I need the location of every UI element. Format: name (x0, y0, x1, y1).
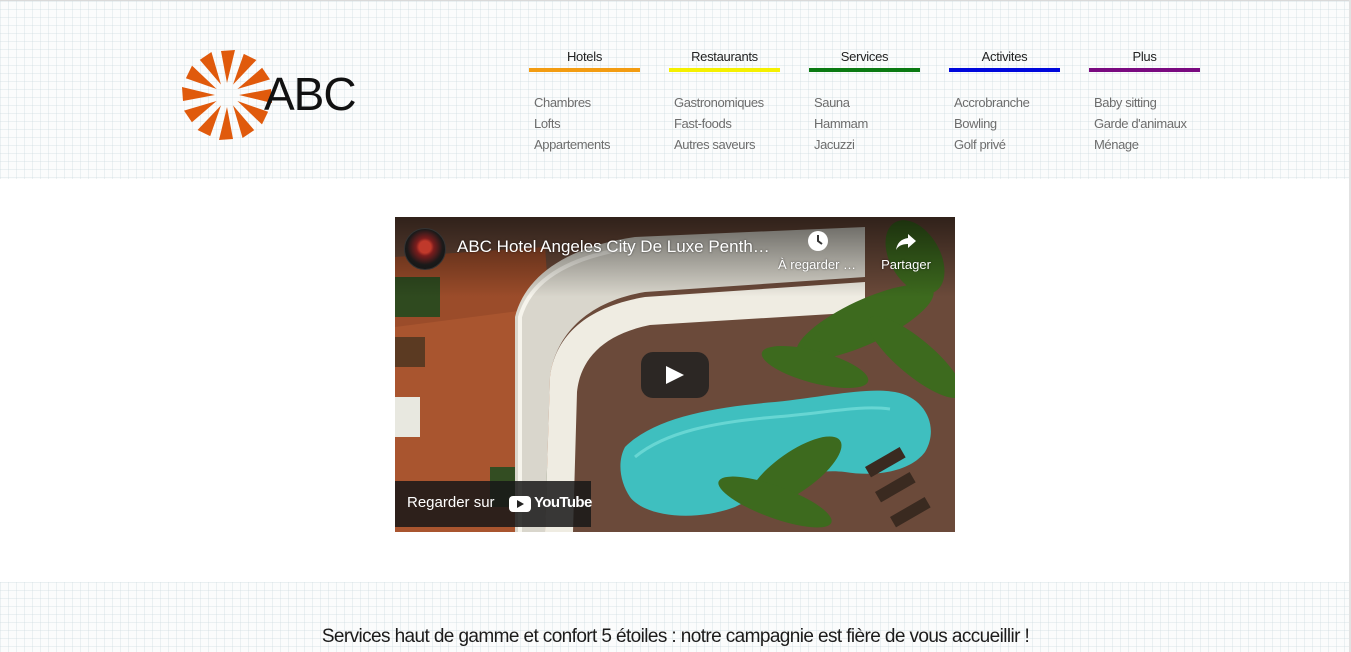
watch-later-label: À regarder plus tard (778, 257, 858, 272)
play-button[interactable] (641, 352, 709, 398)
nav-title-plus[interactable]: Plus (1089, 48, 1200, 66)
watch-later-button[interactable]: À regarder plus tard (778, 229, 858, 272)
nav-column-services: Services Sauna Hammam Jacuzzi (809, 48, 920, 155)
nav-title-hotels[interactable]: Hotels (529, 48, 640, 66)
channel-avatar[interactable] (404, 228, 446, 270)
share-button[interactable]: Partager (866, 229, 946, 272)
logo-text: ABC (264, 68, 357, 120)
nav-bar-restaurants (669, 68, 780, 72)
nav-item-sauna[interactable]: Sauna (809, 92, 920, 113)
nav-item-garde-animaux[interactable]: Garde d'animaux (1089, 113, 1200, 134)
nav-item-chambres[interactable]: Chambres (529, 92, 640, 113)
site-logo[interactable]: ABC (180, 48, 357, 143)
nav-column-plus: Plus Baby sitting Garde d'animaux Ménage (1089, 48, 1200, 155)
nav-item-bowling[interactable]: Bowling (949, 113, 1060, 134)
nav-title-services[interactable]: Services (809, 48, 920, 66)
youtube-logo: YouTube (509, 494, 592, 514)
video-title[interactable]: ABC Hotel Angeles City De Luxe Penthouse… (457, 237, 777, 257)
tagline: Services haut de gamme et confort 5 étoi… (321, 626, 1030, 647)
nav-item-appartements[interactable]: Appartements (529, 134, 640, 155)
nav-item-menage[interactable]: Ménage (1089, 134, 1200, 155)
video-player[interactable]: ABC Hotel Angeles City De Luxe Penthouse… (395, 217, 955, 532)
nav-item-accrobranche[interactable]: Accrobranche (949, 92, 1060, 113)
nav-bar-services (809, 68, 920, 72)
nav-item-fast-foods[interactable]: Fast-foods (669, 113, 780, 134)
nav-item-baby-sitting[interactable]: Baby sitting (1089, 92, 1200, 113)
nav-title-restaurants[interactable]: Restaurants (669, 48, 780, 66)
nav-bar-activites (949, 68, 1060, 72)
nav-column-restaurants: Restaurants Gastronomiques Fast-foods Au… (669, 48, 780, 155)
nav-item-gastronomiques[interactable]: Gastronomiques (669, 92, 780, 113)
nav-item-lofts[interactable]: Lofts (529, 113, 640, 134)
sunburst-logo-icon (182, 50, 272, 140)
nav-column-hotels: Hotels Chambres Lofts Appartements (529, 48, 640, 155)
nav-column-activites: Activites Accrobranche Bowling Golf priv… (949, 48, 1060, 155)
share-icon (896, 234, 916, 250)
nav-bar-hotels (529, 68, 640, 72)
nav-bar-plus (1089, 68, 1200, 72)
share-label: Partager (881, 257, 931, 272)
nav-title-activites[interactable]: Activites (949, 48, 1060, 66)
play-icon (666, 366, 684, 384)
nav-item-hammam[interactable]: Hammam (809, 113, 920, 134)
watch-on-youtube-button[interactable]: Regarder sur YouTube (395, 481, 592, 527)
nav-item-jacuzzi[interactable]: Jacuzzi (809, 134, 920, 155)
nav-item-autres-saveurs[interactable]: Autres saveurs (669, 134, 780, 155)
watch-on-label: Regarder sur (407, 494, 495, 511)
youtube-wordmark: YouTube (534, 494, 592, 511)
nav-item-golf-prive[interactable]: Golf privé (949, 134, 1060, 155)
clock-icon (808, 231, 828, 251)
